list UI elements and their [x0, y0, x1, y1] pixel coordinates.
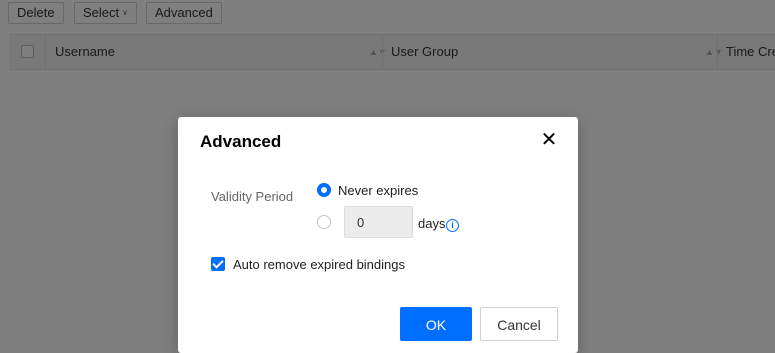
- dialog-title: Advanced: [200, 132, 282, 151]
- auto-remove-label[interactable]: Auto remove expired bindings: [233, 257, 405, 272]
- close-icon[interactable]: ✕: [540, 130, 558, 150]
- auto-remove-checkbox[interactable]: [211, 257, 225, 271]
- days-radio[interactable]: [317, 215, 331, 229]
- validity-period-label: Validity Period: [211, 189, 294, 204]
- never-expires-label[interactable]: Never expires: [338, 183, 418, 198]
- days-unit-label: days: [418, 216, 446, 231]
- cancel-button[interactable]: Cancel: [480, 307, 558, 341]
- info-icon[interactable]: i: [446, 219, 459, 232]
- ok-button[interactable]: OK: [400, 307, 472, 341]
- days-input[interactable]: [344, 206, 413, 238]
- never-expires-radio[interactable]: [317, 183, 331, 197]
- advanced-dialog: Advanced ✕ Validity Period Never expires…: [178, 117, 578, 353]
